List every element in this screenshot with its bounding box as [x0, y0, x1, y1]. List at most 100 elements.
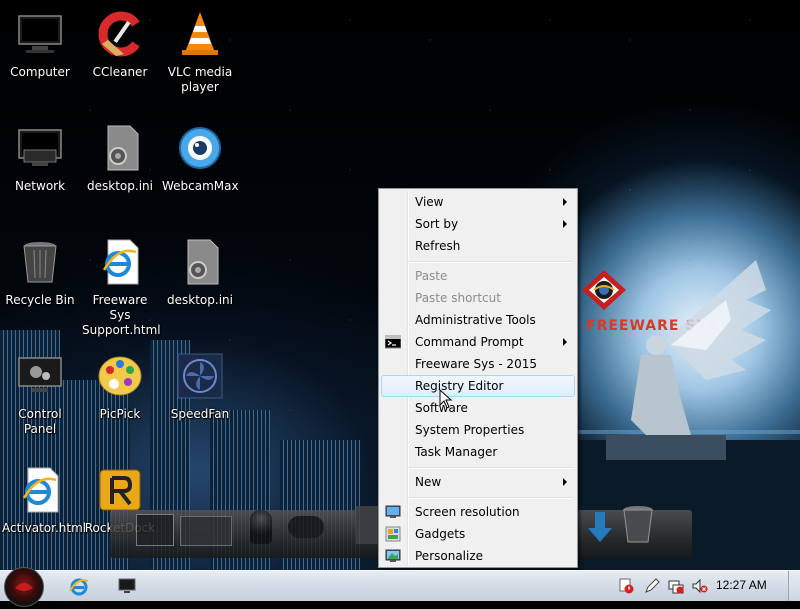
- ie-icon: [69, 578, 89, 596]
- start-button[interactable]: [4, 567, 44, 607]
- desktop-icon-network[interactable]: Network: [2, 124, 78, 194]
- desktop-icon-label: Freeware Sys Support.html: [82, 293, 161, 337]
- submenu-arrow-icon: [563, 338, 567, 346]
- desktop-icon-label: PicPick: [99, 407, 141, 421]
- network-monitor-icon: [18, 129, 62, 166]
- taskbar: 12:27 AM: [0, 567, 800, 607]
- desktop-icon-desktop-ini-2[interactable]: desktop.ini: [162, 238, 238, 308]
- shield-alert-icon[interactable]: [618, 578, 634, 594]
- menu-item-new[interactable]: New: [381, 471, 575, 493]
- desktop-icon-recycle-bin[interactable]: Recycle Bin: [2, 238, 78, 308]
- desktop-icon-label: Network: [14, 179, 66, 193]
- menu-item-task-manager[interactable]: Task Manager: [381, 441, 575, 463]
- volume-muted-icon[interactable]: [692, 578, 708, 594]
- rocketdock-icon: [99, 469, 141, 511]
- vlc-cone-icon: [182, 12, 218, 55]
- desktop-icon-desktop-ini-1[interactable]: desktop.ini: [82, 124, 158, 194]
- menu-item-screen-resolution[interactable]: Screen resolution: [381, 501, 575, 523]
- mouse-cursor-icon: [439, 389, 453, 409]
- menu-item-sort-by[interactable]: Sort by: [381, 213, 575, 235]
- menu-item-label: Paste shortcut: [415, 291, 501, 305]
- desktop-icon-label: WebcamMax: [162, 179, 239, 193]
- joystick-icon[interactable]: [250, 510, 272, 544]
- desktop-icon-freeware-sys-support[interactable]: Freeware Sys Support.html: [82, 238, 161, 338]
- monitor-icon: [118, 578, 136, 593]
- cmd-icon: [385, 335, 401, 349]
- dock-item[interactable]: [356, 506, 378, 544]
- menu-item-label: Administrative Tools: [415, 313, 536, 327]
- ccleaner-icon: [98, 11, 140, 57]
- menu-item-label: Paste: [415, 269, 448, 283]
- submenu-arrow-icon: [563, 220, 567, 228]
- gadgets-icon: [385, 526, 401, 542]
- menu-item-software[interactable]: Software: [381, 397, 575, 419]
- monitor-icon: [18, 15, 62, 53]
- desktop-icon-label: CCleaner: [92, 65, 148, 79]
- gamepad-icon[interactable]: [288, 516, 324, 538]
- desktop-icon-label: Activator.html: [2, 521, 87, 535]
- menu-item-gadgets[interactable]: Gadgets: [381, 523, 575, 545]
- menu-item-system-properties[interactable]: System Properties: [381, 419, 575, 441]
- angel-wallpaper-icon: [606, 260, 771, 460]
- menu-item-refresh[interactable]: Refresh: [381, 235, 575, 257]
- taskbar-ie-button[interactable]: [68, 575, 90, 597]
- desktop-icon-label: Control Panel: [18, 407, 62, 436]
- menu-item-label: Gadgets: [415, 527, 466, 541]
- menu-item-view[interactable]: View: [381, 191, 575, 213]
- desktop-icon-speedfan[interactable]: SpeedFan: [162, 352, 238, 422]
- palette-icon: [98, 356, 142, 396]
- menu-item-label: New: [415, 475, 442, 489]
- taskbar-clock[interactable]: 12:27 AM: [716, 578, 767, 592]
- start-orb-icon: [15, 583, 33, 591]
- desktop-context-menu[interactable]: View Sort by Refresh Paste Paste shortcu…: [378, 188, 578, 568]
- dock-item[interactable]: [180, 516, 232, 546]
- webcam-icon: [179, 127, 221, 169]
- ie-document-icon: [22, 467, 59, 513]
- menu-separator: [409, 497, 573, 499]
- desktop-icon-label: Computer: [10, 65, 70, 79]
- desktop-icon-computer[interactable]: Computer: [2, 10, 78, 80]
- trash-icon[interactable]: [620, 504, 656, 544]
- control-panel-icon: [18, 357, 62, 392]
- taskbar-computer-button[interactable]: [116, 575, 138, 597]
- menu-separator: [409, 261, 573, 263]
- menu-item-personalize[interactable]: Personalize: [381, 545, 575, 567]
- display-icon: [385, 505, 401, 518]
- desktop-icon-control-panel[interactable]: Control Panel: [2, 352, 78, 437]
- submenu-arrow-icon: [563, 198, 567, 206]
- settings-file-icon: [187, 239, 219, 285]
- network-icon[interactable]: [668, 578, 684, 594]
- submenu-arrow-icon: [563, 478, 567, 486]
- menu-separator: [409, 467, 573, 469]
- download-arrow-icon[interactable]: [588, 512, 612, 544]
- desktop-icon-label: SpeedFan: [170, 407, 230, 421]
- settings-file-icon: [107, 125, 139, 171]
- menu-item-label: Freeware Sys - 2015: [415, 357, 537, 371]
- menu-item-paste: Paste: [381, 265, 575, 287]
- menu-item-paste-shortcut: Paste shortcut: [381, 287, 575, 309]
- menu-item-label: Refresh: [415, 239, 461, 253]
- menu-item-label: Sort by: [415, 217, 459, 231]
- fan-icon: [177, 353, 223, 399]
- pen-icon[interactable]: [644, 578, 660, 594]
- menu-item-label: Registry Editor: [415, 379, 504, 393]
- ie-document-icon: [102, 239, 139, 285]
- personalize-icon: [385, 549, 401, 562]
- desktop-icon-webcammax[interactable]: WebcamMax: [162, 124, 239, 194]
- dock-item[interactable]: [136, 514, 174, 546]
- menu-item-command-prompt[interactable]: Command Prompt: [381, 331, 575, 353]
- show-desktop-button[interactable]: [788, 571, 800, 601]
- menu-item-registry-editor[interactable]: Registry Editor: [381, 375, 575, 397]
- menu-item-administrative-tools[interactable]: Administrative Tools: [381, 309, 575, 331]
- desktop-icon-label: VLC media player: [167, 65, 233, 94]
- desktop-icon-picpick[interactable]: PicPick: [82, 352, 158, 422]
- menu-item-label: System Properties: [415, 423, 525, 437]
- recycle-bin-icon: [23, 242, 57, 283]
- menu-item-freeware-sys-2015[interactable]: Freeware Sys - 2015: [381, 353, 575, 375]
- menu-item-label: Personalize: [415, 549, 484, 563]
- desktop-icon-ccleaner[interactable]: CCleaner: [82, 10, 158, 80]
- desktop-icon-vlc[interactable]: VLC media player: [162, 10, 238, 95]
- menu-item-label: Command Prompt: [415, 335, 524, 349]
- desktop-icon-activator[interactable]: Activator.html: [2, 466, 87, 536]
- menu-item-label: View: [415, 195, 444, 209]
